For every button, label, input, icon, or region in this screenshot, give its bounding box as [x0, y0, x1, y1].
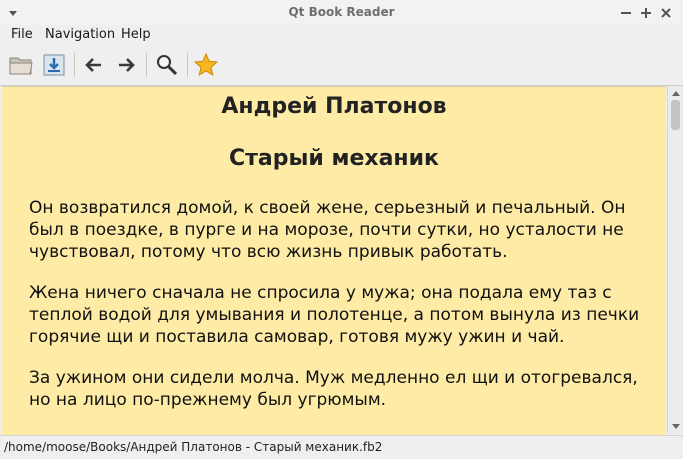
scroll-up-icon[interactable] [668, 86, 683, 100]
status-bar: /home/moose/Books/Андрей Платонов - Стар… [0, 435, 683, 459]
maximize-icon[interactable] [637, 4, 655, 22]
book-author: Андрей Платонов [221, 94, 447, 119]
scrollbar-thumb[interactable] [671, 100, 680, 130]
save-button[interactable] [40, 51, 68, 79]
close-icon[interactable] [657, 4, 675, 22]
menu-help[interactable]: Help [121, 27, 151, 42]
menu-file[interactable]: File [11, 27, 33, 42]
title-bar: Qt Book Reader [0, 0, 683, 26]
scroll-down-icon[interactable] [668, 420, 683, 434]
book-title: Старый механик [229, 146, 439, 171]
paragraph: Он возвратился домой, к своей жене, серь… [29, 198, 626, 262]
back-arrow-icon [85, 58, 101, 72]
bookmark-button[interactable] [192, 51, 220, 79]
menu-navigation[interactable]: Navigation [45, 27, 115, 42]
menu-bar: File Navigation Help [0, 25, 683, 45]
window-title: Qt Book Reader [288, 5, 395, 19]
vertical-scrollbar[interactable] [667, 86, 683, 434]
open-folder-icon [9, 57, 33, 75]
search-button[interactable] [153, 51, 181, 79]
paragraph: За ужином они сидели молча. Муж медленно… [29, 368, 638, 410]
bookmark-star-icon [193, 52, 219, 77]
toolbar [0, 45, 683, 86]
forward-button[interactable] [112, 51, 140, 79]
toolbar-separator [146, 53, 147, 77]
forward-arrow-icon [119, 58, 135, 72]
open-button[interactable] [7, 51, 35, 79]
file-path: /home/moose/Books/Андрей Платонов - Стар… [4, 440, 383, 454]
search-icon [157, 55, 178, 76]
minimize-icon[interactable] [617, 4, 635, 22]
download-icon [43, 54, 65, 76]
paragraph: Жена ничего сначала не спросила у мужа; … [29, 283, 640, 347]
back-button[interactable] [80, 51, 108, 79]
book-viewer[interactable]: Андрей Платонов Старый механик Он возвра… [2, 86, 666, 435]
toolbar-separator [187, 53, 188, 77]
toolbar-separator [74, 53, 75, 77]
